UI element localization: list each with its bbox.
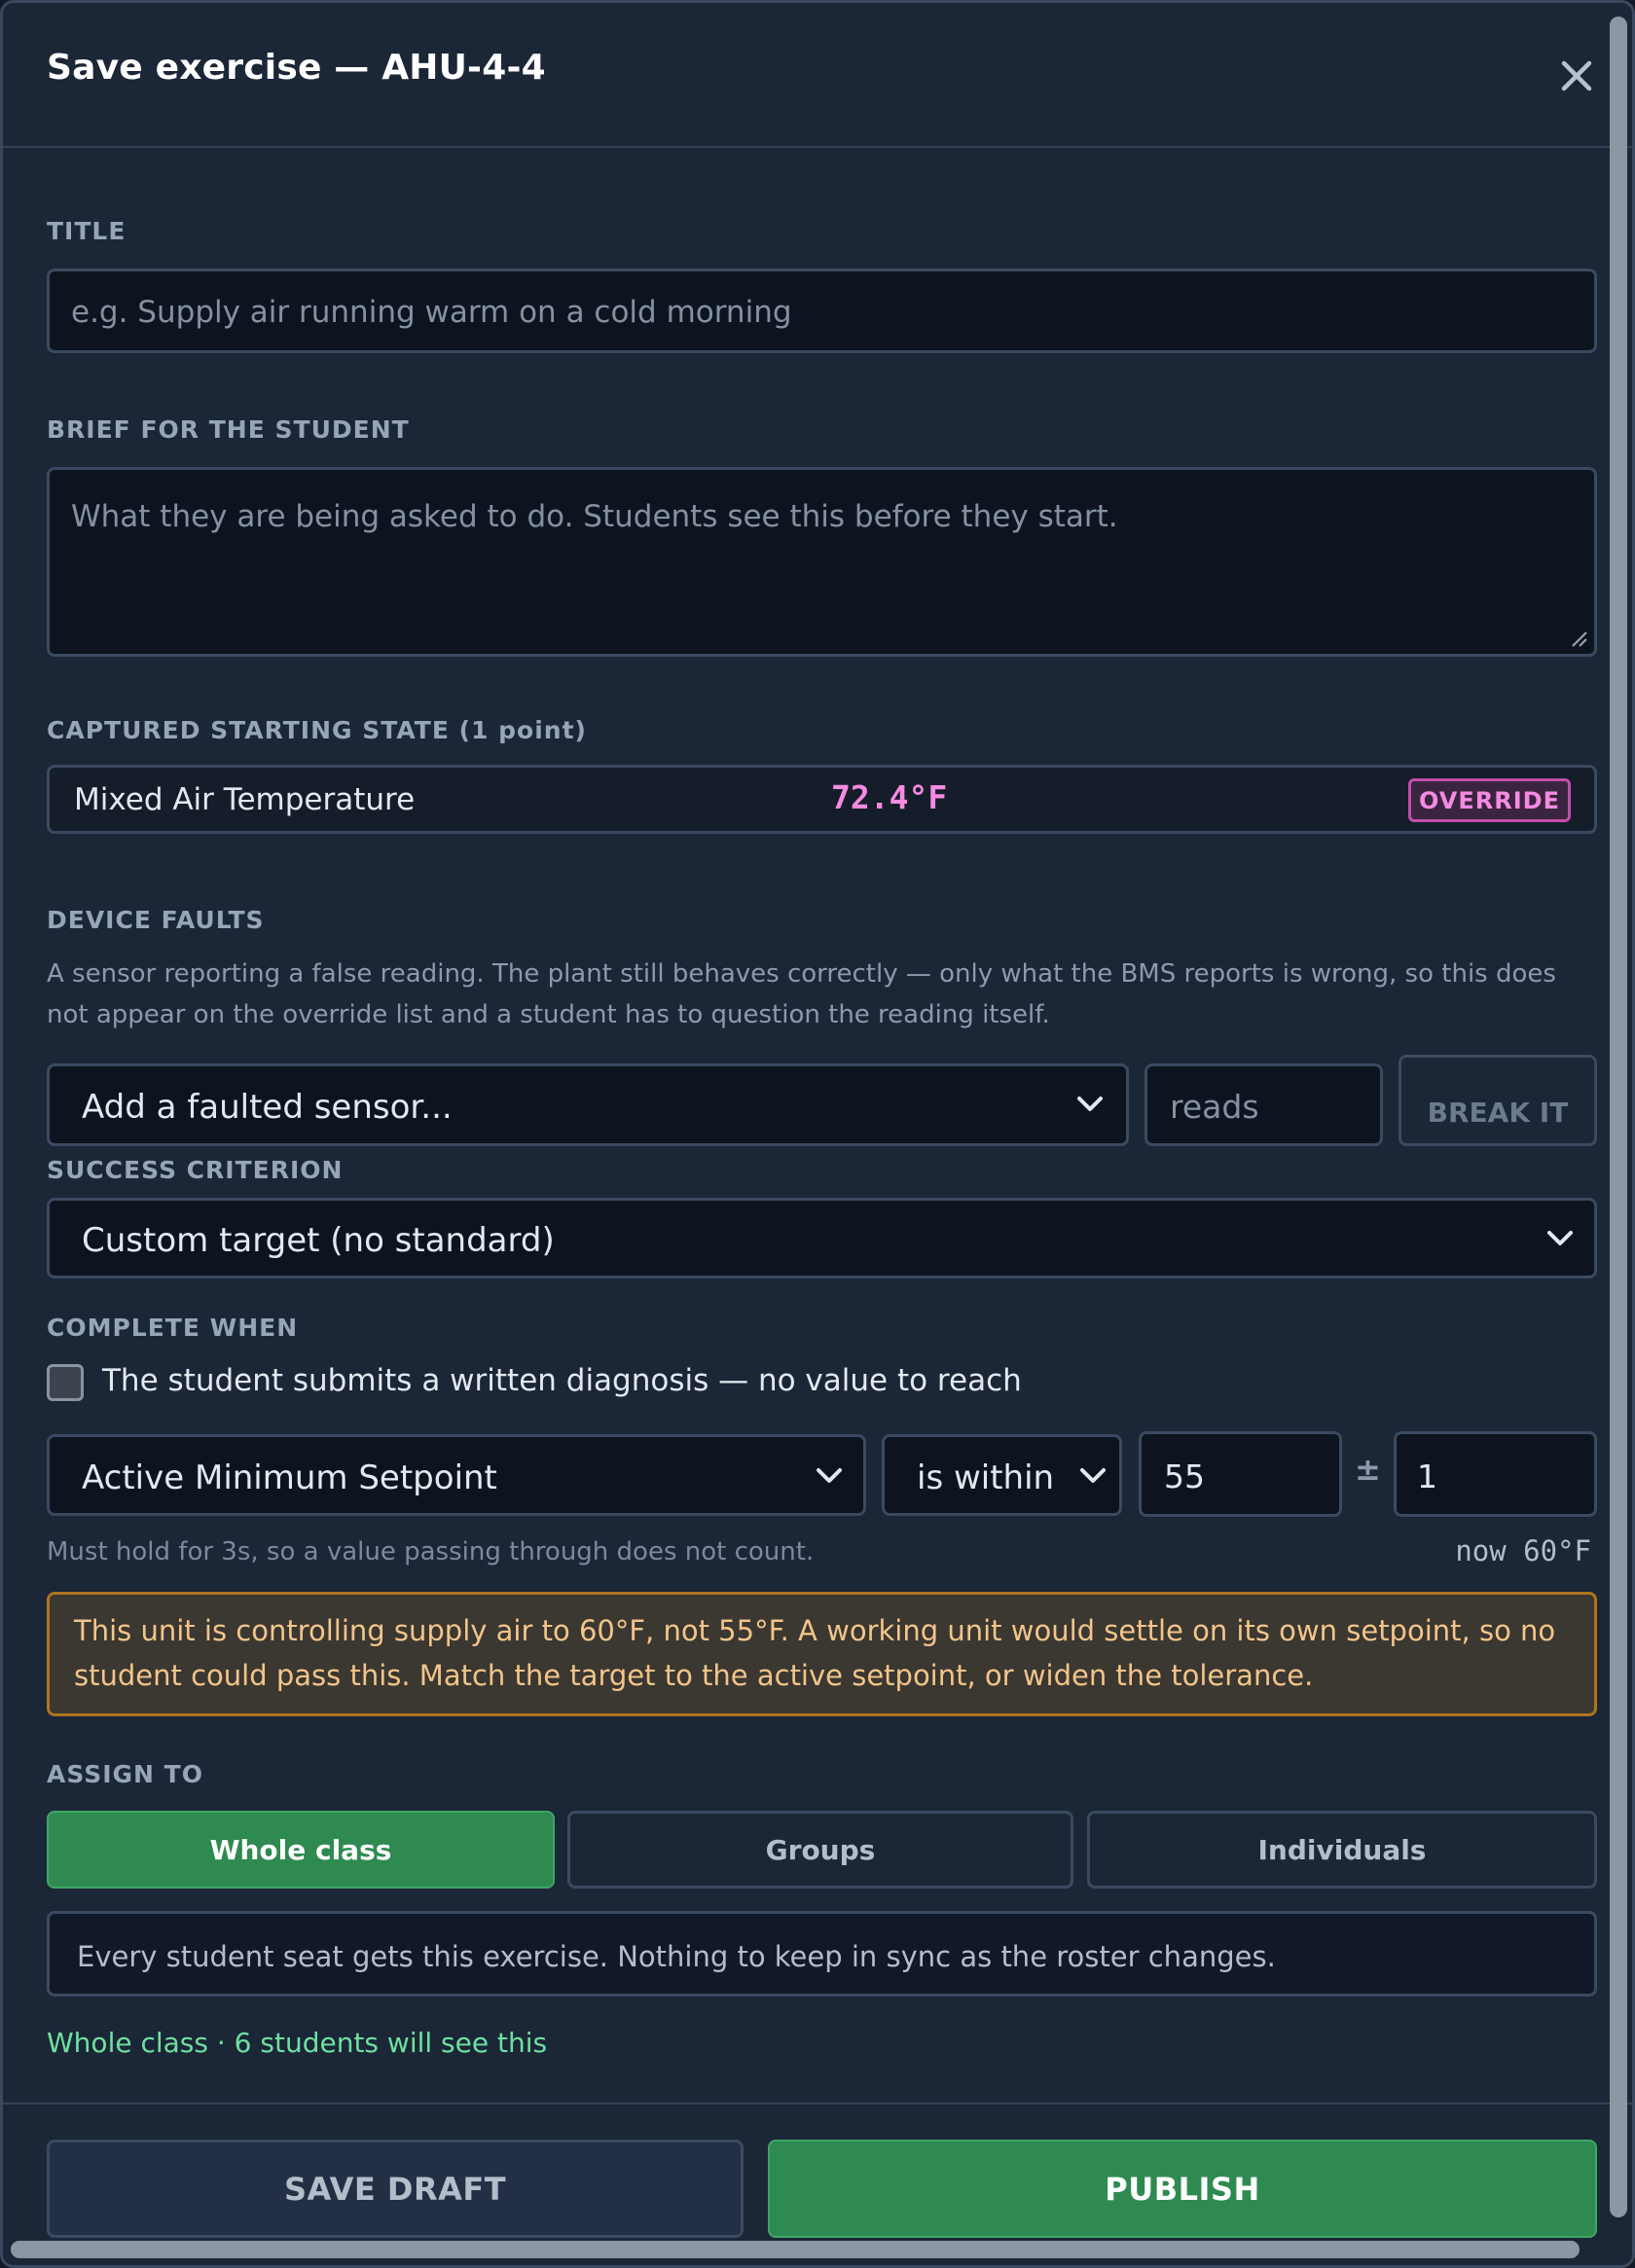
diagnosis-checkbox-label[interactable]: The student submits a written diagnosis … xyxy=(102,1363,1022,1398)
assign-whole-class-label: Whole class xyxy=(209,1833,392,1866)
success-criterion-select[interactable]: Custom target (no standard) xyxy=(47,1198,1597,1278)
chevron-down-icon xyxy=(1547,1231,1573,1245)
reads-placeholder: reads xyxy=(1170,1088,1259,1126)
success-criterion-label: SUCCESS CRITERION xyxy=(47,1156,344,1184)
assign-individuals-label: Individuals xyxy=(1257,1833,1427,1866)
starting-state-label: CAPTURED STARTING STATE (1 point) xyxy=(47,716,587,744)
assign-groups-label: Groups xyxy=(765,1833,876,1866)
point-name: Mixed Air Temperature xyxy=(74,782,416,817)
success-criterion-value: Custom target (no standard) xyxy=(82,1221,555,1260)
assign-individuals-button[interactable]: Individuals xyxy=(1087,1811,1597,1889)
chevron-down-icon xyxy=(1077,1097,1103,1111)
faulted-sensor-select[interactable]: Add a faulted sensor... xyxy=(47,1063,1129,1146)
brief-textarea[interactable]: What they are being asked to do. Student… xyxy=(47,467,1597,657)
break-it-label: BREAK IT xyxy=(1427,1097,1569,1129)
hold-note: Must hold for 3s, so a value passing thr… xyxy=(47,1537,815,1566)
save-exercise-dialog: Save exercise — AHU-4-4 TITLE e.g. Suppl… xyxy=(0,0,1635,2268)
chevron-down-icon xyxy=(817,1468,842,1483)
warning-text: This unit is controlling supply air to 6… xyxy=(74,1614,1556,1692)
dialog-title: Save exercise — AHU-4-4 xyxy=(47,48,546,88)
brief-label: BRIEF FOR THE STUDENT xyxy=(47,415,410,444)
operator-value: is within xyxy=(917,1458,1055,1497)
completion-point-value: Active Minimum Setpoint xyxy=(82,1458,497,1497)
target-value: 55 xyxy=(1164,1458,1205,1495)
faulted-sensor-select-value: Add a faulted sensor... xyxy=(82,1088,453,1127)
save-draft-label: SAVE DRAFT xyxy=(283,2170,507,2208)
publish-button[interactable]: PUBLISH xyxy=(768,2140,1597,2238)
tolerance-value: 1 xyxy=(1417,1458,1437,1495)
assign-to-label: ASSIGN TO xyxy=(47,1760,203,1788)
assign-description-box: Every student seat gets this exercise. N… xyxy=(47,1911,1597,1997)
assign-description: Every student seat gets this exercise. N… xyxy=(77,1940,1276,1973)
break-it-button[interactable]: BREAK IT xyxy=(1399,1055,1597,1146)
device-faults-label: DEVICE FAULTS xyxy=(47,906,265,934)
save-draft-button[interactable]: SAVE DRAFT xyxy=(47,2140,744,2238)
operator-select[interactable]: is within xyxy=(882,1434,1122,1516)
title-input[interactable]: e.g. Supply air running warm on a cold m… xyxy=(47,269,1597,353)
setpoint-warning: This unit is controlling supply air to 6… xyxy=(47,1592,1597,1716)
device-faults-description: A sensor reporting a false reading. The … xyxy=(47,959,1556,1029)
close-icon-glyph xyxy=(1561,60,1592,91)
publish-label: PUBLISH xyxy=(1105,2170,1260,2208)
dialog-header: Save exercise — AHU-4-4 xyxy=(3,3,1632,148)
assign-whole-class-button[interactable]: Whole class xyxy=(47,1811,555,1889)
reads-input[interactable]: reads xyxy=(1144,1063,1383,1146)
resize-handle-icon[interactable] xyxy=(1569,629,1588,648)
diagnosis-checkbox[interactable] xyxy=(47,1364,84,1401)
brief-placeholder: What they are being asked to do. Student… xyxy=(71,499,1118,534)
complete-when-label: COMPLETE WHEN xyxy=(47,1314,299,1342)
assign-groups-button[interactable]: Groups xyxy=(567,1811,1073,1889)
target-input[interactable]: 55 xyxy=(1139,1431,1342,1517)
close-icon[interactable] xyxy=(1556,55,1597,96)
plus-minus-symbol: ± xyxy=(1355,1451,1381,1488)
horizontal-scrollbar[interactable] xyxy=(11,2241,1580,2258)
point-value: 72.4°F xyxy=(831,778,948,816)
title-label: TITLE xyxy=(47,217,127,245)
override-badge: OVERRIDE xyxy=(1408,778,1571,822)
completion-point-select[interactable]: Active Minimum Setpoint xyxy=(47,1434,866,1516)
vertical-scrollbar[interactable] xyxy=(1610,17,1627,2217)
starting-state-row: Mixed Air Temperature 72.4°F OVERRIDE xyxy=(47,765,1597,834)
assign-summary: Whole class · 6 students will see this xyxy=(47,2027,548,2059)
title-placeholder: e.g. Supply air running warm on a cold m… xyxy=(71,295,792,330)
tolerance-input[interactable]: 1 xyxy=(1394,1431,1597,1517)
now-value: now 60°F xyxy=(1455,1534,1591,1567)
chevron-down-icon xyxy=(1080,1468,1106,1483)
footer-divider xyxy=(3,2103,1632,2105)
